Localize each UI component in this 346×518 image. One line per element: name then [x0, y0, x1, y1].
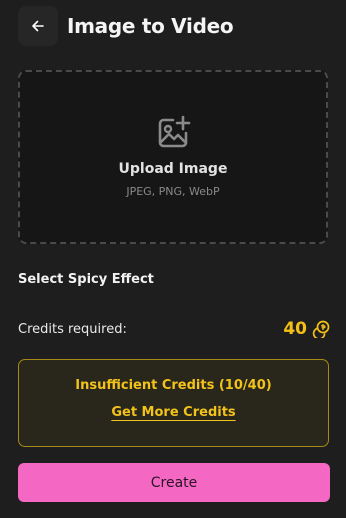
arrow-left-icon [32, 20, 44, 32]
upload-title: Upload Image [118, 161, 228, 177]
create-button[interactable]: Create [18, 463, 330, 502]
page-header: Image to Video [18, 6, 234, 46]
insufficient-credits-alert: Insufficient Credits (10/40) Get More Cr… [18, 359, 329, 447]
credits-required-value: 40 [283, 319, 307, 339]
image-add-icon [158, 115, 191, 148]
credits-value-group: 40 [283, 319, 330, 339]
get-more-credits-link[interactable]: Get More Credits [111, 405, 235, 420]
select-effect-label: Select Spicy Effect [18, 272, 154, 287]
insufficient-credits-message: Insufficient Credits (10/40) [75, 378, 272, 393]
back-button[interactable] [18, 6, 58, 46]
page-title: Image to Video [67, 14, 234, 38]
credits-required-row: Credits required: 40 [18, 316, 330, 342]
coin-icon [312, 320, 330, 338]
upload-formats: JPEG, PNG, WebP [126, 185, 220, 198]
upload-image-dropzone[interactable]: Upload Image JPEG, PNG, WebP [18, 70, 328, 244]
credits-required-label: Credits required: [18, 321, 127, 337]
